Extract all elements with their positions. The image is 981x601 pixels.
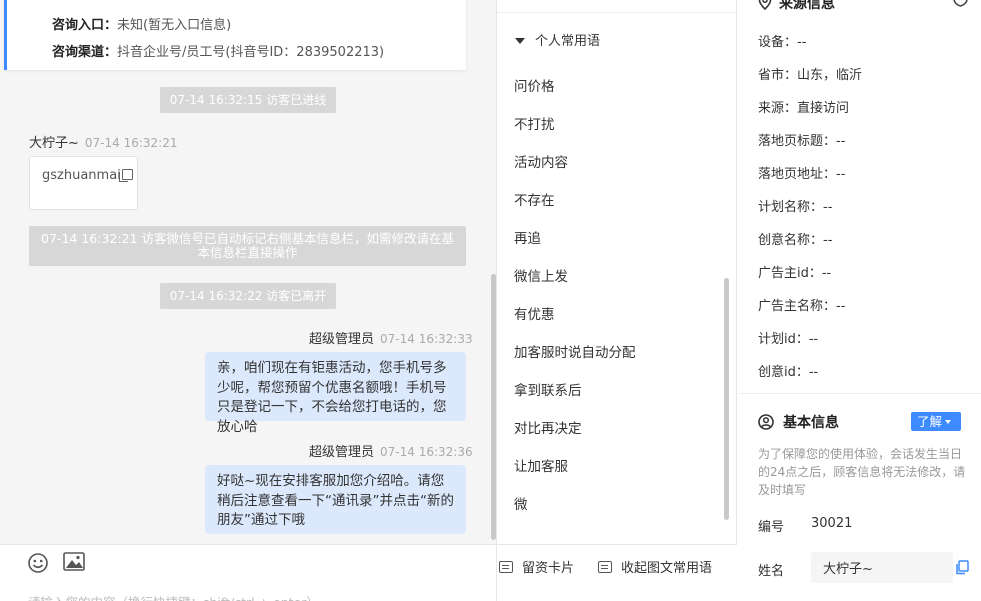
- shield-icon[interactable]: [952, 0, 969, 11]
- agent-sender: 超级管理员 07-14 16:32:33: [309, 328, 473, 347]
- consult-info-card: 咨询入口：未知(暂无入口信息) 咨询渠道：抖音企业号/员工号(抖音号ID：283…: [4, 0, 466, 70]
- phrase-item[interactable]: 有优惠: [514, 303, 555, 323]
- card-icon: [499, 561, 513, 573]
- system-message-enter: 07-14 16:32:15 访客已进线: [160, 87, 336, 113]
- source-advertiser-id: 广告主id：--: [758, 266, 832, 281]
- basic-info-label: 基本信息: [783, 415, 839, 431]
- phrase-item[interactable]: 拿到联系后: [514, 379, 582, 399]
- phrase-item[interactable]: 不存在: [514, 189, 555, 209]
- user-icon: [758, 414, 774, 430]
- visitor-sender: 大柠子~ 07-14 16:32:21: [29, 132, 177, 151]
- visitor-message: gszhuanmai: [29, 156, 138, 210]
- source-info-title: 来源信息: [758, 0, 835, 13]
- image-icon[interactable]: [63, 552, 85, 576]
- visitor-time: 07-14 16:32:21: [84, 136, 178, 150]
- phrase-item[interactable]: 加客服时说自动分配: [514, 341, 636, 361]
- basic-info-title: 基本信息: [758, 412, 839, 432]
- source-landing-url: 落地页地址：--: [758, 167, 846, 182]
- source-plan-name: 计划名称：--: [758, 200, 833, 215]
- source-plan-id: 计划id：--: [758, 332, 819, 347]
- name-input[interactable]: [811, 552, 953, 583]
- source-region: 省市：山东，临沂: [758, 68, 863, 83]
- phrase-item[interactable]: 让加客服: [514, 455, 568, 475]
- divider: [497, 12, 737, 13]
- id-label: 编号: [758, 520, 785, 535]
- customer-info-panel: 来源信息 设备：-- 省市：山东，临沂 来源：直接访问 落地页标题：-- 落地页…: [738, 0, 981, 601]
- collapse-phrases-button[interactable]: 收起图文常用语: [598, 557, 712, 576]
- chevron-down-icon: [945, 420, 952, 424]
- source-info-label: 来源信息: [779, 0, 835, 12]
- phrase-item[interactable]: 不打扰: [514, 113, 555, 133]
- collapse-icon: [598, 561, 612, 573]
- copy-icon[interactable]: [955, 560, 969, 579]
- caret-down-icon: [515, 38, 525, 44]
- source-landing-title: 落地页标题：--: [758, 134, 846, 149]
- phrase-item[interactable]: 微: [514, 493, 528, 513]
- consult-channel-label: 咨询渠道：: [52, 45, 118, 60]
- chat-scrollbar[interactable]: [491, 274, 496, 540]
- phrase-item[interactable]: 对比再决定: [514, 417, 582, 437]
- agent-name: 超级管理员: [309, 332, 375, 347]
- source-creative-id: 创意id：--: [758, 365, 819, 380]
- source-device: 设备：--: [758, 35, 807, 50]
- phrase-item[interactable]: 问价格: [514, 75, 555, 95]
- agent-message-bubble: 好哒~现在安排客服加您介绍哈。请您稍后注意查看一下“通讯录”并点击“新的朋友”通…: [205, 465, 466, 534]
- phrase-item[interactable]: 微信上发: [514, 265, 568, 285]
- agent-time: 07-14 16:32:36: [380, 445, 473, 459]
- consult-channel-value: 抖音企业号/员工号(抖音号ID：2839502213): [117, 45, 385, 60]
- chat-history[interactable]: 咨询入口：未知(暂无入口信息) 咨询渠道：抖音企业号/员工号(抖音号ID：283…: [0, 0, 496, 544]
- chat-panel: 咨询入口：未知(暂无入口信息) 咨询渠道：抖音企业号/员工号(抖音号ID：283…: [0, 0, 497, 601]
- phrase-group-label: 个人常用语: [535, 34, 601, 49]
- agent-message-bubble: 亲，咱们现在有钜惠活动，您手机号多少呢，帮您预留个优惠名额哦！手机号只是登记一下…: [205, 352, 466, 435]
- name-label: 姓名: [758, 564, 785, 579]
- phrases-panel: 个人常用语 问价格 不打扰 活动内容 不存在 再追 微信上发 有优惠 加客服时说…: [497, 0, 737, 601]
- consult-entry-value: 未知(暂无入口信息): [117, 18, 232, 33]
- phrases-scrollbar[interactable]: [724, 278, 729, 520]
- emoji-icon[interactable]: [27, 552, 49, 578]
- lead-card-button[interactable]: 留资卡片: [499, 557, 574, 576]
- source-advertiser-name: 广告主名称：--: [758, 299, 846, 314]
- id-value: 30021: [811, 516, 853, 531]
- learn-more-button[interactable]: 了解: [911, 412, 961, 431]
- consult-channel-row: 咨询渠道：抖音企业号/员工号(抖音号ID：2839502213): [52, 41, 384, 60]
- consult-entry-row: 咨询入口：未知(暂无入口信息): [52, 14, 231, 33]
- collapse-phrases-label: 收起图文常用语: [621, 561, 713, 576]
- learn-more-label: 了解: [917, 414, 943, 429]
- phrase-item[interactable]: 再追: [514, 227, 541, 247]
- system-message-wechat: 07-14 16:32:21 访客微信号已自动标记右侧基本信息栏，如需修改请在基…: [29, 226, 466, 266]
- source-creative-name: 创意名称：--: [758, 233, 833, 248]
- visitor-message-text: gszhuanmai: [42, 168, 121, 183]
- agent-time: 07-14 16:32:33: [380, 332, 473, 346]
- copy-icon[interactable]: [118, 169, 133, 182]
- message-input[interactable]: 请输入您的内容（换行快捷键：shift/ctrl + enter）: [28, 592, 319, 601]
- edit-deadline-notice: 为了保障您的使用体验，会话发生当日的24点之后，顾客信息将无法修改，请及时填写: [758, 447, 966, 497]
- source-origin: 来源：直接访问: [758, 101, 850, 116]
- system-message-leave: 07-14 16:32:22 访客已离开: [160, 283, 336, 309]
- location-icon: [758, 0, 772, 11]
- divider: [738, 393, 981, 394]
- consult-entry-label: 咨询入口：: [52, 18, 118, 33]
- phrase-item[interactable]: 活动内容: [514, 151, 568, 171]
- visitor-name: 大柠子~: [29, 136, 79, 151]
- agent-sender: 超级管理员 07-14 16:32:36: [309, 441, 473, 460]
- phrase-group-header[interactable]: 个人常用语: [515, 30, 600, 49]
- agent-name: 超级管理员: [309, 445, 375, 460]
- lead-card-label: 留资卡片: [522, 561, 575, 576]
